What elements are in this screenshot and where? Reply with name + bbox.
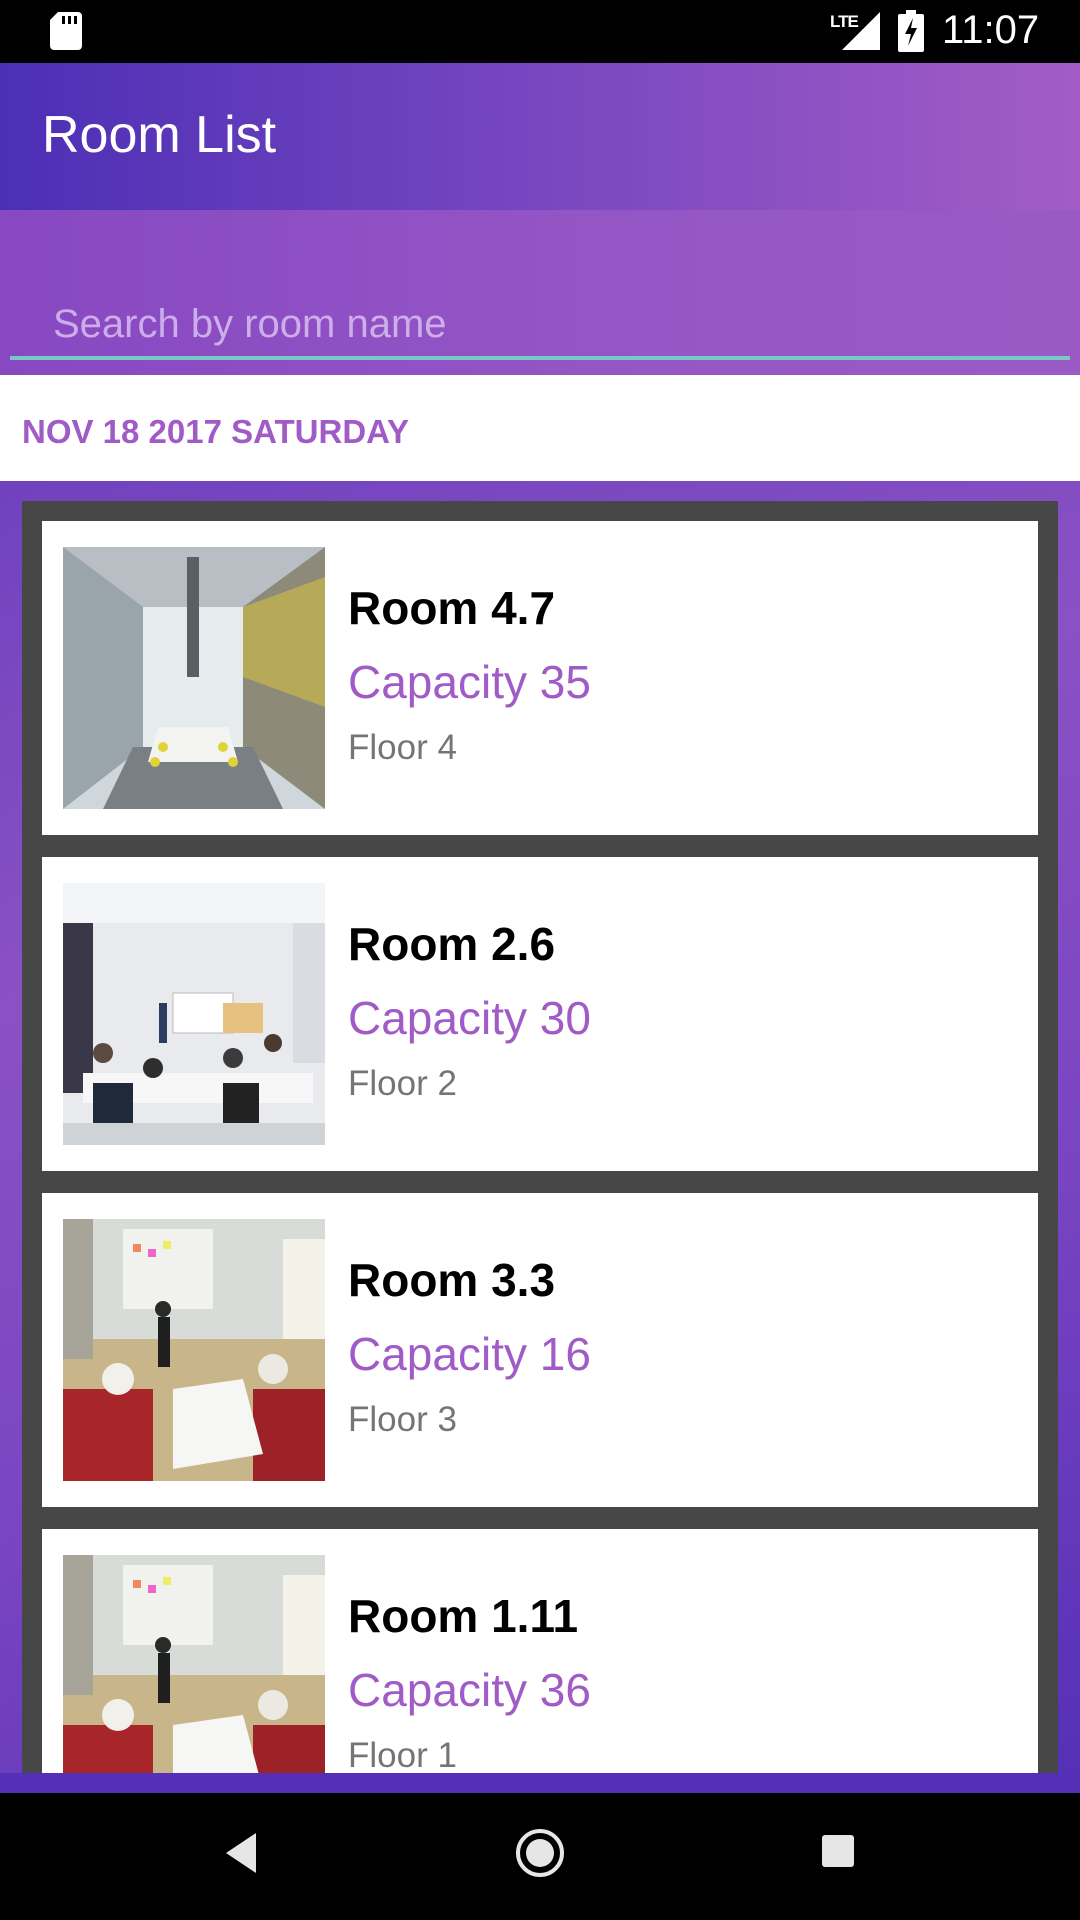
room-floor: Floor 2 [348,1064,457,1103]
conference-room-photo [63,547,325,809]
search-input[interactable] [10,292,1070,360]
list-bottom-edge [0,1773,1080,1793]
search-area [0,210,1080,375]
classroom-photo [63,883,325,1145]
room-list[interactable]: Room 4.7 Capacity 35 Floor 4 Room 2.6 Ca… [22,501,1058,1773]
date-header: NOV 18 2017 SATURDAY [0,375,1080,481]
room-floor: Floor 3 [348,1400,457,1439]
battery-charging-icon [898,10,924,52]
home-icon[interactable] [514,1827,566,1879]
room-name: Room 2.6 [348,918,556,970]
room-card-body[interactable]: Room 4.7 Capacity 35 Floor 4 [42,521,1038,835]
room-card[interactable]: Room 3.3 Capacity 16 Floor 3 [22,1173,1058,1509]
room-capacity: Capacity 30 [348,992,591,1044]
app-content: Room List NOV 18 2017 SATURDAY [0,63,1080,1773]
room-name: Room 3.3 [348,1254,556,1306]
room-name: Room 4.7 [348,582,556,634]
room-card[interactable]: Room 2.6 Capacity 30 Floor 2 [22,837,1058,1173]
room-card[interactable]: Room 1.11 Capacity 36 Floor 1 [22,1509,1058,1773]
room-capacity: Capacity 16 [348,1328,591,1380]
room-card[interactable]: Room 4.7 Capacity 35 Floor 4 [22,501,1058,837]
room-card-body[interactable]: Room 1.11 Capacity 36 Floor 1 [42,1529,1038,1773]
status-clock: 11:07 [942,8,1040,52]
lounge-meeting-photo [63,1555,325,1773]
back-icon[interactable] [222,1829,262,1877]
room-floor: Floor 4 [348,728,457,767]
recents-icon[interactable] [820,1833,856,1869]
room-card-body[interactable]: Room 2.6 Capacity 30 Floor 2 [42,857,1038,1171]
toolbar: Room List [0,63,1080,210]
status-bar: LTE 11:07 [0,0,1080,63]
room-floor: Floor 1 [348,1736,457,1773]
room-card-body[interactable]: Room 3.3 Capacity 16 Floor 3 [42,1193,1038,1507]
signal-icon [842,12,880,50]
page-title: Room List [42,106,277,164]
room-capacity: Capacity 35 [348,656,591,708]
room-name: Room 1.11 [348,1590,579,1642]
lounge-meeting-photo [63,1219,325,1481]
date-label: NOV 18 2017 SATURDAY [22,413,409,450]
navigation-bar [0,1793,1080,1920]
sd-card-icon [50,12,82,50]
room-capacity: Capacity 36 [348,1664,591,1716]
